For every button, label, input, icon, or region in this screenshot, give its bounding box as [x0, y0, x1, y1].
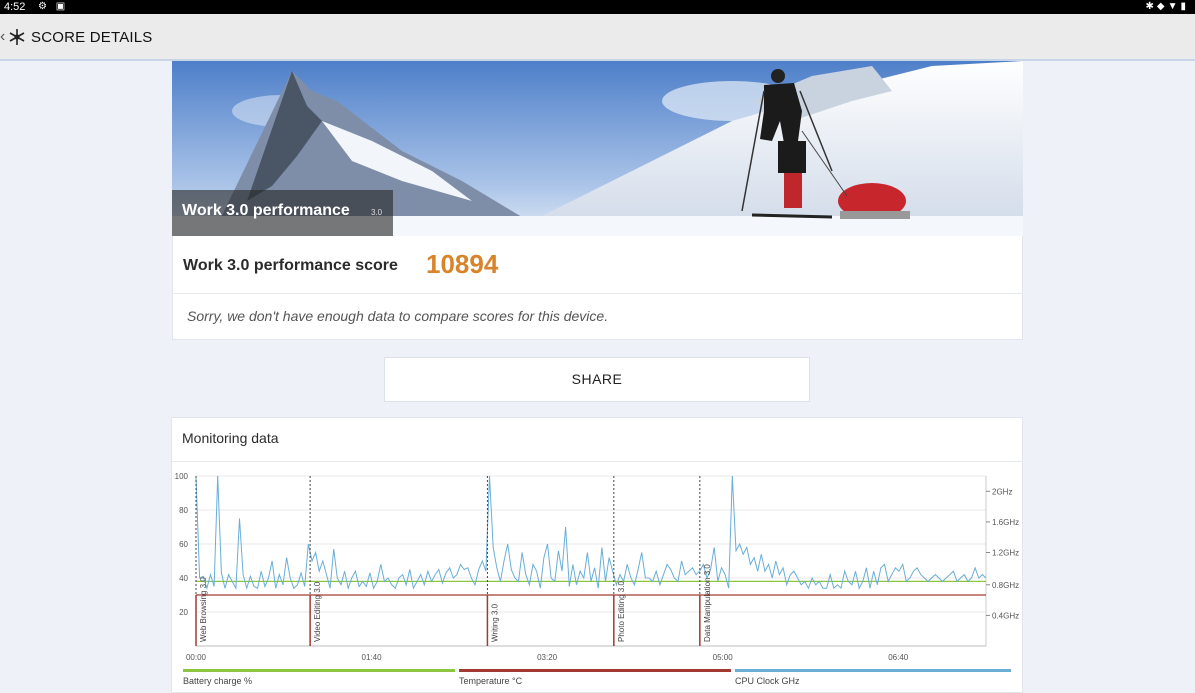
- page-title: SCORE DETAILS: [31, 29, 153, 46]
- workload-marker-label: Photo Editing 3.0: [617, 581, 626, 642]
- status-icons-right: ✱◆▼▮: [1145, 0, 1189, 14]
- score-label: Work 3.0 performance score: [183, 257, 398, 274]
- y-right-tick-label: 0.4GHz: [992, 611, 1019, 620]
- hero-test-name: Work 3.0 performance: [182, 202, 350, 219]
- comparison-note: Sorry, we don't have enough data to comp…: [187, 308, 609, 324]
- hero-version: 3.0: [371, 208, 383, 217]
- wifi-icon: ▼: [1167, 1, 1181, 12]
- legend-temperature-swatch: [459, 669, 731, 672]
- x-tick-label: 03:20: [537, 653, 558, 662]
- y-left-tick-label: 80: [179, 506, 188, 515]
- series-cpu-line: [195, 475, 987, 591]
- monitoring-title: Monitoring data: [182, 430, 279, 446]
- workload-marker-label: Web Browsing 3.0: [199, 577, 208, 642]
- workload-marker-label: Data Manipulation 3.0: [703, 564, 712, 642]
- monitoring-card: Monitoring data 100 80 60 40 20 2GHz 1.6GHz 1.2…: [171, 417, 1023, 693]
- monitoring-chart: 100 80 60 40 20 2GHz 1.6GHz 1.2GHz 0.8GHz 0.4GHz 0…: [175, 472, 1019, 662]
- y-left-tick-label: 100: [175, 472, 189, 481]
- y-right-tick-label: 1.6GHz: [992, 518, 1019, 527]
- signal-icon: ◆: [1156, 1, 1168, 12]
- x-tick-label: 01:40: [362, 653, 383, 662]
- x-tick-label: 00:00: [186, 653, 207, 662]
- workload-marker-label: Writing 3.0: [490, 603, 499, 642]
- status-icons-left: ⚙ ▣: [38, 0, 65, 14]
- y-left-tick-label: 60: [179, 540, 188, 549]
- legend-cpu-swatch: [735, 669, 1011, 672]
- settings-gear-icon: ⚙: [38, 1, 47, 12]
- legend-battery-swatch: [183, 669, 455, 672]
- y-right-tick-label: 0.8GHz: [992, 581, 1019, 590]
- y-left-tick-label: 40: [179, 574, 188, 583]
- status-time: 4:52: [4, 1, 26, 13]
- hero-image: Work 3.0 performance 3.0: [172, 61, 1023, 236]
- x-tick-label: 06:40: [888, 653, 909, 662]
- legend-cpu: CPU Clock GHz: [735, 669, 1011, 689]
- share-button[interactable]: SHARE: [384, 357, 810, 402]
- battery-icon: ▮: [1180, 1, 1189, 12]
- x-tick-label: 05:00: [713, 653, 734, 662]
- score-card: Work 3.0 performance score 10894 Sorry, …: [172, 236, 1023, 340]
- app-bar: ‹ SCORE DETAILS: [0, 14, 1195, 61]
- legend-temperature-label: Temperature °C: [459, 676, 523, 686]
- status-bar: 4:52 ⚙ ▣ ✱◆▼▮: [0, 0, 1195, 14]
- notification-icon: ▣: [55, 1, 66, 12]
- legend-temperature: Temperature °C: [459, 669, 731, 689]
- y-right-tick-label: 1.2GHz: [992, 549, 1019, 558]
- legend-battery-label: Battery charge %: [183, 676, 253, 686]
- divider: [173, 293, 1022, 294]
- legend-battery: Battery charge %: [183, 669, 455, 689]
- score-value: 10894: [426, 249, 499, 279]
- hero-caption: Work 3.0 performance 3.0: [172, 190, 393, 236]
- workload-marker-label: Video Editing 3.0: [313, 581, 322, 642]
- bluetooth-icon: ✱: [1145, 1, 1157, 12]
- 3dmark-snowflake-logo-icon: [9, 29, 25, 45]
- y-left-tick-label: 20: [179, 608, 188, 617]
- y-right-tick-label: 2GHz: [992, 487, 1012, 496]
- legend-cpu-label: CPU Clock GHz: [735, 676, 800, 686]
